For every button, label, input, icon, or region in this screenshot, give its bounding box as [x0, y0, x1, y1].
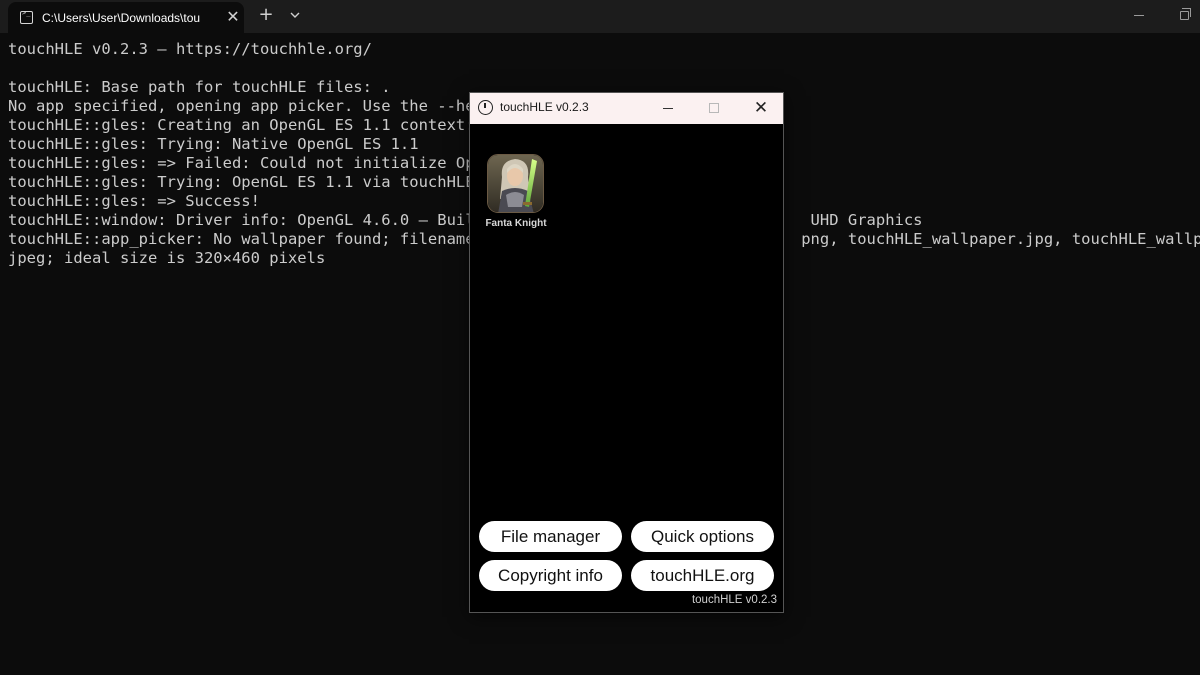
- terminal-tab[interactable]: C:\Users\User\Downloads\tou ✕: [8, 2, 244, 33]
- tab-title: C:\Users\User\Downloads\tou: [42, 11, 201, 25]
- touchhle-window: touchHLE v0.2.3 ✕ Fanta Knight File mana…: [469, 92, 784, 613]
- touchhle-app-icon: [478, 100, 493, 115]
- terminal-line: touchHLE v0.2.3 – https://touchhle.org/: [8, 40, 372, 58]
- minimize-window-button[interactable]: [1134, 15, 1144, 16]
- copyright-info-button[interactable]: Copyright info: [479, 560, 622, 591]
- window-title: touchHLE v0.2.3: [500, 100, 589, 114]
- new-tab-button[interactable]: +: [256, 5, 276, 25]
- maximize-button[interactable]: [709, 103, 719, 113]
- terminal-tab-bar: C:\Users\User\Downloads\tou ✕ +: [0, 0, 1200, 33]
- touchhle-title-bar[interactable]: touchHLE v0.2.3 ✕: [470, 93, 783, 124]
- fanta-knight-app-icon: [487, 154, 544, 213]
- quick-options-button[interactable]: Quick options: [631, 521, 774, 552]
- close-button[interactable]: ✕: [752, 98, 770, 118]
- file-manager-button[interactable]: File manager: [479, 521, 622, 552]
- version-label: touchHLE v0.2.3: [691, 594, 777, 606]
- minimize-button[interactable]: [663, 108, 673, 109]
- app-label: Fanta Knight: [485, 218, 547, 229]
- app-tile-fanta-knight[interactable]: Fanta Knight: [480, 154, 552, 234]
- chevron-down-icon[interactable]: [286, 6, 304, 24]
- terminal-icon: [20, 9, 33, 24]
- restore-window-button[interactable]: [1180, 8, 1191, 20]
- website-button[interactable]: touchHLE.org: [631, 560, 774, 591]
- close-tab-icon[interactable]: ✕: [224, 8, 242, 26]
